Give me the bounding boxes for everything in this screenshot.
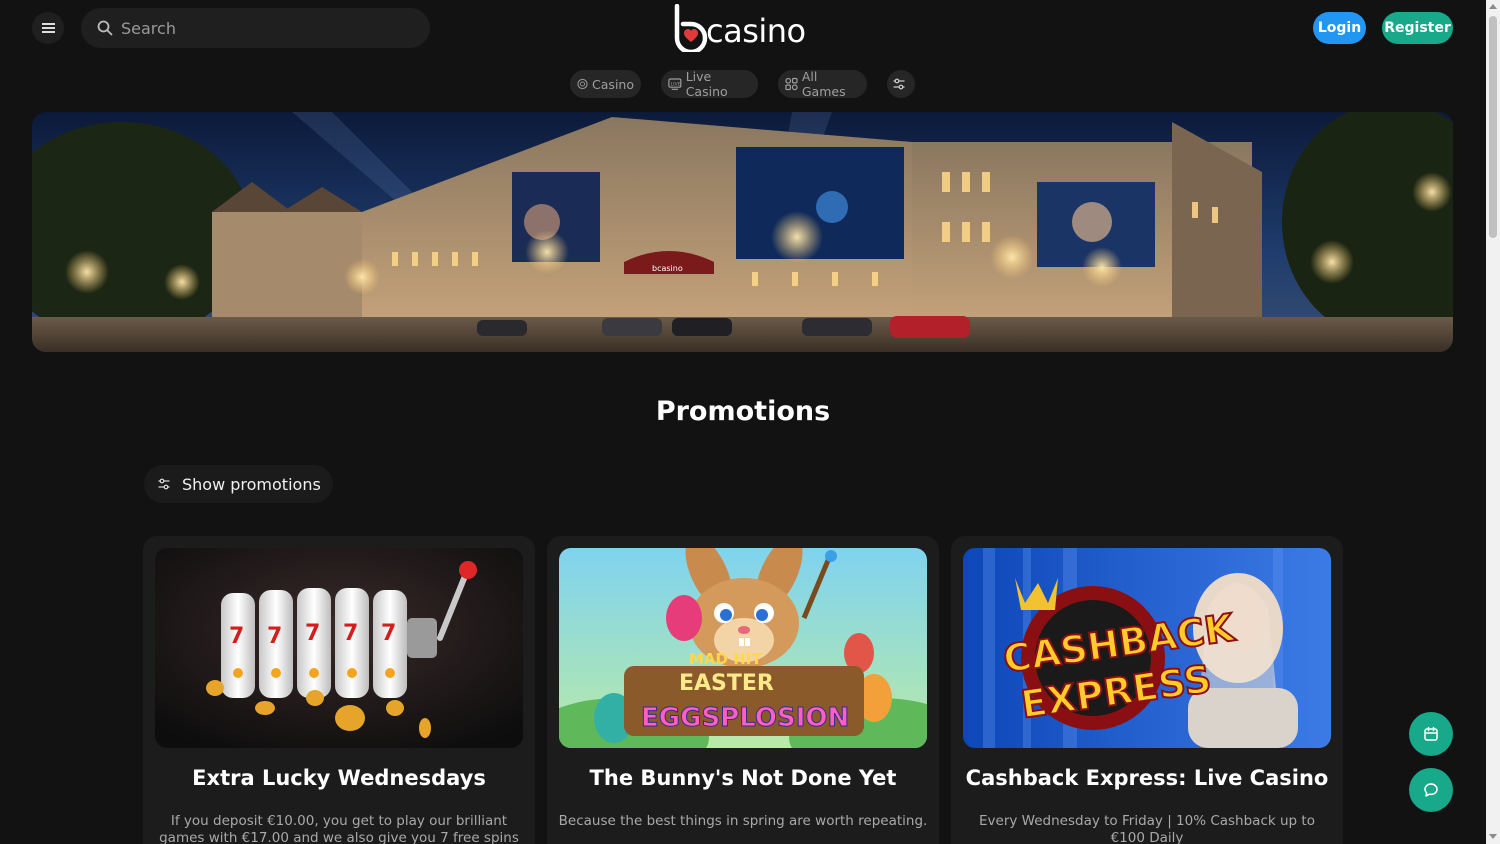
promo-card-description: Because the best things in spring are wo… <box>558 813 928 829</box>
nav-all-games-label: All Games <box>801 69 846 99</box>
promo-art-text: MAD HIT <box>689 650 762 668</box>
chat-bubble-icon <box>1424 783 1438 797</box>
page-scrollbar[interactable] <box>1486 0 1500 844</box>
banner-sign: bcasino <box>652 264 683 273</box>
promo-art-text: EGGSPLOSION <box>641 703 849 733</box>
nav-casino-label: Casino <box>592 76 634 92</box>
chip-icon <box>577 78 588 90</box>
promotions-title: Promotions <box>655 396 831 427</box>
search-icon <box>97 20 113 36</box>
search-bar[interactable] <box>81 8 430 48</box>
promo-card-title: Extra Lucky Wednesdays <box>192 766 486 790</box>
show-promotions-label: Show promotions <box>182 474 321 494</box>
nav-live-label: Live Casino <box>685 69 728 99</box>
promo-card[interactable]: CASHBACK EXPRESS Cashback Express: Live … <box>951 536 1343 844</box>
nav-casino[interactable]: Casino <box>570 70 641 98</box>
sliders-icon <box>158 478 170 490</box>
register-button[interactable]: Register <box>1382 12 1453 44</box>
promo-image-cashback-express: CASHBACK EXPRESS <box>963 548 1331 748</box>
svg-text:7: 7 <box>305 621 320 646</box>
promo-image-slot-machine: 777 77 <box>155 548 523 748</box>
show-promotions-button[interactable]: Show promotions <box>144 465 333 503</box>
promo-card[interactable]: MAD HIT EASTER EGGSPLOSION The Bunny's N… <box>547 536 939 844</box>
sliders-icon <box>893 78 905 90</box>
tv-icon: LIVE <box>668 78 682 90</box>
grid-icon <box>785 77 798 91</box>
chat-button[interactable] <box>1409 768 1453 812</box>
nav-live-casino[interactable]: LIVE Live Casino <box>661 69 758 99</box>
site-logo[interactable]: casino <box>672 4 812 52</box>
hero-banner[interactable]: bcasino <box>32 112 1453 352</box>
promo-art-text: EASTER <box>679 671 774 696</box>
scrollbar-thumb[interactable] <box>1489 16 1497 238</box>
nav-filter-button[interactable] <box>887 70 915 98</box>
nav-all-games[interactable]: All Games <box>778 69 867 99</box>
promo-card-title: Cashback Express: Live Casino <box>965 766 1329 790</box>
promo-card-title: The Bunny's Not Done Yet <box>589 766 897 790</box>
banner-casino-building-image: bcasino <box>32 112 1453 352</box>
promo-card[interactable]: 777 77 Extra Lucky Wednesdays If you dep… <box>143 536 535 844</box>
promo-card-description: Every Wednesday to Friday | 10% Cashback… <box>979 813 1315 844</box>
logo-text: casino <box>706 12 806 50</box>
svg-text:7: 7 <box>381 621 396 646</box>
search-input[interactable] <box>121 18 401 38</box>
promo-image-easter-bunny: MAD HIT EASTER EGGSPLOSION <box>559 548 927 748</box>
scroll-up-arrow-icon[interactable] <box>1489 4 1497 9</box>
svg-text:LIVE: LIVE <box>671 81 681 87</box>
hamburger-icon <box>41 23 55 33</box>
calendar-button[interactable] <box>1409 712 1453 756</box>
svg-text:7: 7 <box>229 624 244 649</box>
calendar-icon <box>1424 726 1438 741</box>
menu-button[interactable] <box>32 12 64 44</box>
svg-text:7: 7 <box>343 621 358 646</box>
login-button[interactable]: Login <box>1313 12 1366 44</box>
svg-text:7: 7 <box>267 624 282 649</box>
promo-card-description: If you deposit €10.00, you get to play o… <box>159 813 519 844</box>
logo-b-mark <box>674 4 708 52</box>
scroll-down-arrow-icon[interactable] <box>1489 834 1497 839</box>
top-header: casino Login Register <box>0 0 1484 56</box>
